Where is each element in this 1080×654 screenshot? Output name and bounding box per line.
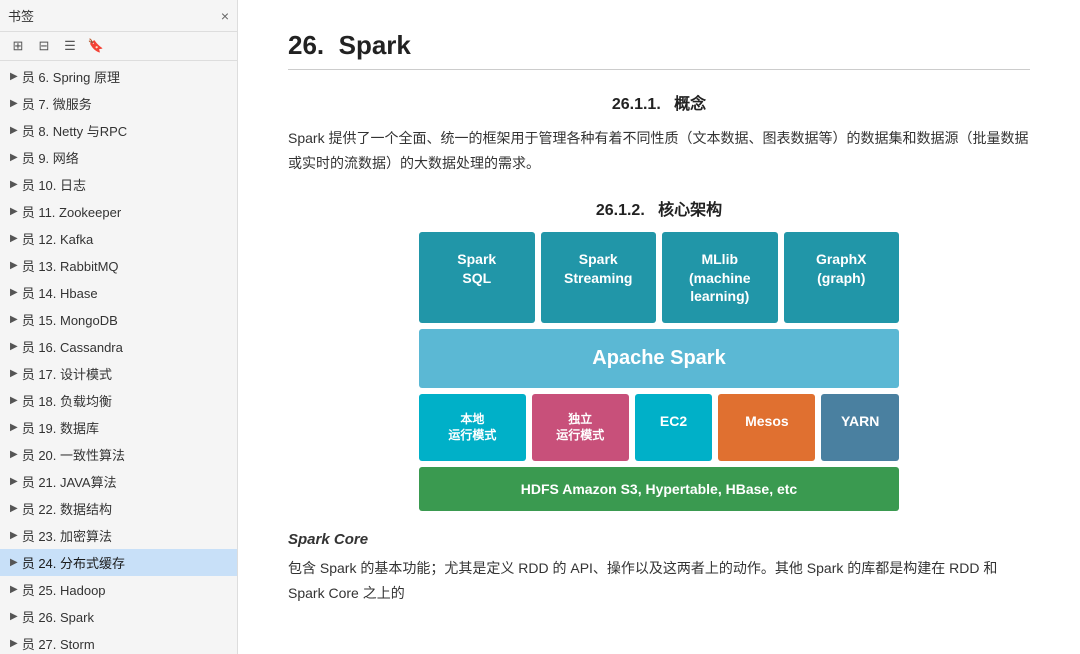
- toolbar-icon-1[interactable]: ⊞: [8, 36, 28, 56]
- sidebar-item-item-22[interactable]: ▶员 22. 数据结构: [0, 495, 237, 522]
- arrow-icon: ▶: [10, 476, 18, 487]
- toolbar-icon-2[interactable]: ⊟: [34, 36, 54, 56]
- arrow-icon: ▶: [10, 287, 18, 298]
- sidebar-header: 书签 ×: [0, 0, 237, 32]
- arrow-icon: ▶: [10, 611, 18, 622]
- sidebar-item-item-27[interactable]: ▶员 27. Storm: [0, 630, 237, 654]
- sidebar-title: 书签: [8, 6, 34, 25]
- arrow-icon: ▶: [10, 422, 18, 433]
- box-spark-streaming: SparkStreaming: [541, 232, 657, 323]
- sidebar-item-item-11[interactable]: ▶员 11. Zookeeper: [0, 198, 237, 225]
- arrow-icon: ▶: [10, 395, 18, 406]
- sidebar-item-item-13[interactable]: ▶员 13. RabbitMQ: [0, 252, 237, 279]
- arrow-icon: ▶: [10, 584, 18, 595]
- sidebar-item-item-16[interactable]: ▶员 16. Cassandra: [0, 333, 237, 360]
- box-yarn: YARN: [821, 394, 899, 461]
- arrow-icon: ▶: [10, 206, 18, 217]
- section-1-body: Spark 提供了一个全面、统一的框架用于管理各种有着不同性质（文本数据、图表数…: [288, 126, 1030, 176]
- arrow-icon: ▶: [10, 557, 18, 568]
- spark-core-label: Spark Core: [288, 531, 1030, 548]
- arrow-icon: ▶: [10, 233, 18, 244]
- arrow-icon: ▶: [10, 530, 18, 541]
- spark-core-body: 包含 Spark 的基本功能；尤其是定义 RDD 的 API、操作以及这两者上的…: [288, 556, 1030, 606]
- sidebar-item-item-12[interactable]: ▶员 12. Kafka: [0, 225, 237, 252]
- sidebar-list: ▶员 6. Spring 原理▶员 7. 微服务▶员 8. Netty 与RPC…: [0, 61, 237, 654]
- sidebar-item-item-26[interactable]: ▶员 26. Spark: [0, 603, 237, 630]
- sidebar-item-item-20[interactable]: ▶员 20. 一致性算法: [0, 441, 237, 468]
- sidebar-item-item-21[interactable]: ▶员 21. JAVA算法: [0, 468, 237, 495]
- sidebar-item-item-7[interactable]: ▶员 7. 微服务: [0, 90, 237, 117]
- sidebar-item-item-18[interactable]: ▶员 18. 负载均衡: [0, 387, 237, 414]
- sidebar-item-item-15[interactable]: ▶员 15. MongoDB: [0, 306, 237, 333]
- sidebar-item-item-24[interactable]: ▶员 24. 分布式缓存: [0, 549, 237, 576]
- sidebar-item-item-17[interactable]: ▶员 17. 设计模式: [0, 360, 237, 387]
- box-local: 本地运行模式: [419, 394, 526, 461]
- box-mesos: Mesos: [718, 394, 815, 461]
- arrow-icon: ▶: [10, 449, 18, 460]
- arrow-icon: ▶: [10, 98, 18, 109]
- arrow-icon: ▶: [10, 314, 18, 325]
- arrow-icon: ▶: [10, 341, 18, 352]
- arrow-icon: ▶: [10, 368, 18, 379]
- section-1-title: 26.1.1. 概念: [288, 90, 1030, 114]
- diagram-middle-row: 本地运行模式 独立运行模式 EC2 Mesos YARN: [419, 394, 899, 461]
- box-spark-sql: SparkSQL: [419, 232, 535, 323]
- sidebar-item-item-10[interactable]: ▶员 10. 日志: [0, 171, 237, 198]
- box-graphx: GraphX(graph): [784, 232, 900, 323]
- chapter-title: 26. Spark: [288, 30, 1030, 70]
- main-content: 26. Spark 26.1.1. 概念 Spark 提供了一个全面、统一的框架…: [238, 0, 1080, 654]
- arrow-icon: ▶: [10, 71, 18, 82]
- sidebar-close-button[interactable]: ×: [221, 9, 229, 23]
- section-2-title: 26.1.2. 核心架构: [288, 196, 1030, 220]
- toolbar-icon-4[interactable]: 🔖: [86, 36, 106, 56]
- sidebar-item-item-25[interactable]: ▶员 25. Hadoop: [0, 576, 237, 603]
- arrow-icon: ▶: [10, 503, 18, 514]
- sidebar-item-item-9[interactable]: ▶员 9. 网络: [0, 144, 237, 171]
- arrow-icon: ▶: [10, 260, 18, 271]
- arrow-icon: ▶: [10, 638, 18, 649]
- sidebar-item-item-6[interactable]: ▶员 6. Spring 原理: [0, 63, 237, 90]
- arrow-icon: ▶: [10, 125, 18, 136]
- diagram-top-row: SparkSQL SparkStreaming MLlib(machinelea…: [419, 232, 899, 323]
- arrow-icon: ▶: [10, 152, 18, 163]
- arrow-icon: ▶: [10, 179, 18, 190]
- box-mllib: MLlib(machinelearning): [662, 232, 778, 323]
- sidebar: 书签 × ⊞ ⊟ ☰ 🔖 ▶员 6. Spring 原理▶员 7. 微服务▶员 …: [0, 0, 238, 654]
- box-ec2: EC2: [635, 394, 713, 461]
- sidebar-item-item-14[interactable]: ▶员 14. Hbase: [0, 279, 237, 306]
- toolbar-icon-3[interactable]: ☰: [60, 36, 80, 56]
- box-standalone: 独立运行模式: [532, 394, 629, 461]
- apache-spark-bar: Apache Spark: [419, 329, 899, 388]
- diagram-bottom: HDFS Amazon S3, Hypertable, HBase, etc: [419, 467, 899, 511]
- sidebar-item-item-23[interactable]: ▶员 23. 加密算法: [0, 522, 237, 549]
- sidebar-item-item-8[interactable]: ▶员 8. Netty 与RPC: [0, 117, 237, 144]
- sidebar-toolbar: ⊞ ⊟ ☰ 🔖: [0, 32, 237, 61]
- spark-diagram: SparkSQL SparkStreaming MLlib(machinelea…: [419, 232, 899, 511]
- sidebar-item-item-19[interactable]: ▶员 19. 数据库: [0, 414, 237, 441]
